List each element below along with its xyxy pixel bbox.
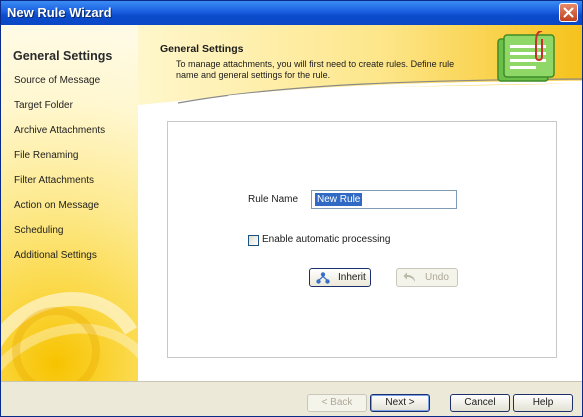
- help-button[interactable]: Help: [513, 394, 573, 412]
- rule-name-label: Rule Name: [248, 194, 299, 205]
- wizard-content: General Settings To manage attachments, …: [138, 25, 582, 381]
- sidebar-step-filter-attachments[interactable]: Filter Attachments: [14, 175, 94, 186]
- sidebar-step-scheduling[interactable]: Scheduling: [14, 225, 63, 236]
- window-title: New Rule Wizard: [7, 5, 112, 20]
- sidebar-step-target-folder[interactable]: Target Folder: [14, 100, 73, 111]
- back-button[interactable]: < Back: [307, 394, 367, 412]
- next-button[interactable]: Next >: [370, 394, 430, 412]
- sidebar-step-source-of-message[interactable]: Source of Message: [14, 75, 100, 86]
- rule-name-value: New Rule: [315, 193, 363, 206]
- sidebar-step-archive-attachments[interactable]: Archive Attachments: [14, 125, 105, 136]
- wizard-window: New Rule Wizard General Settings Source …: [0, 0, 583, 417]
- title-bar[interactable]: New Rule Wizard: [1, 1, 582, 25]
- attachment-document-icon: [497, 31, 555, 82]
- page-header: General Settings To manage attachments, …: [138, 25, 582, 105]
- close-button[interactable]: [559, 3, 578, 22]
- enable-automatic-processing-checkbox[interactable]: [248, 235, 259, 246]
- enable-automatic-processing-label[interactable]: Enable automatic processing: [262, 234, 390, 245]
- sidebar-step-additional-settings[interactable]: Additional Settings: [14, 250, 97, 261]
- wizard-footer: < Back Next > Cancel Help: [1, 381, 582, 416]
- undo-button[interactable]: Undo: [396, 268, 458, 287]
- wizard-steps-sidebar: General Settings Source of Message Targe…: [1, 25, 138, 381]
- sidebar-step-general-settings[interactable]: General Settings: [13, 49, 112, 63]
- cancel-button[interactable]: Cancel: [450, 394, 510, 412]
- inherit-icon: [316, 272, 330, 284]
- page-description: To manage attachments, you will first ne…: [176, 59, 455, 80]
- page-title: General Settings: [160, 43, 244, 55]
- rule-name-input[interactable]: New Rule: [311, 190, 457, 209]
- inherit-button[interactable]: Inherit: [309, 268, 371, 287]
- sidebar-step-file-renaming[interactable]: File Renaming: [14, 150, 78, 161]
- sidebar-step-action-on-message[interactable]: Action on Message: [14, 200, 99, 211]
- undo-icon: [403, 272, 415, 282]
- general-settings-panel: Rule Name New Rule Enable automatic proc…: [167, 121, 557, 358]
- close-icon: [563, 7, 574, 18]
- inherit-button-label: Inherit: [338, 272, 366, 283]
- undo-button-label: Undo: [425, 272, 449, 283]
